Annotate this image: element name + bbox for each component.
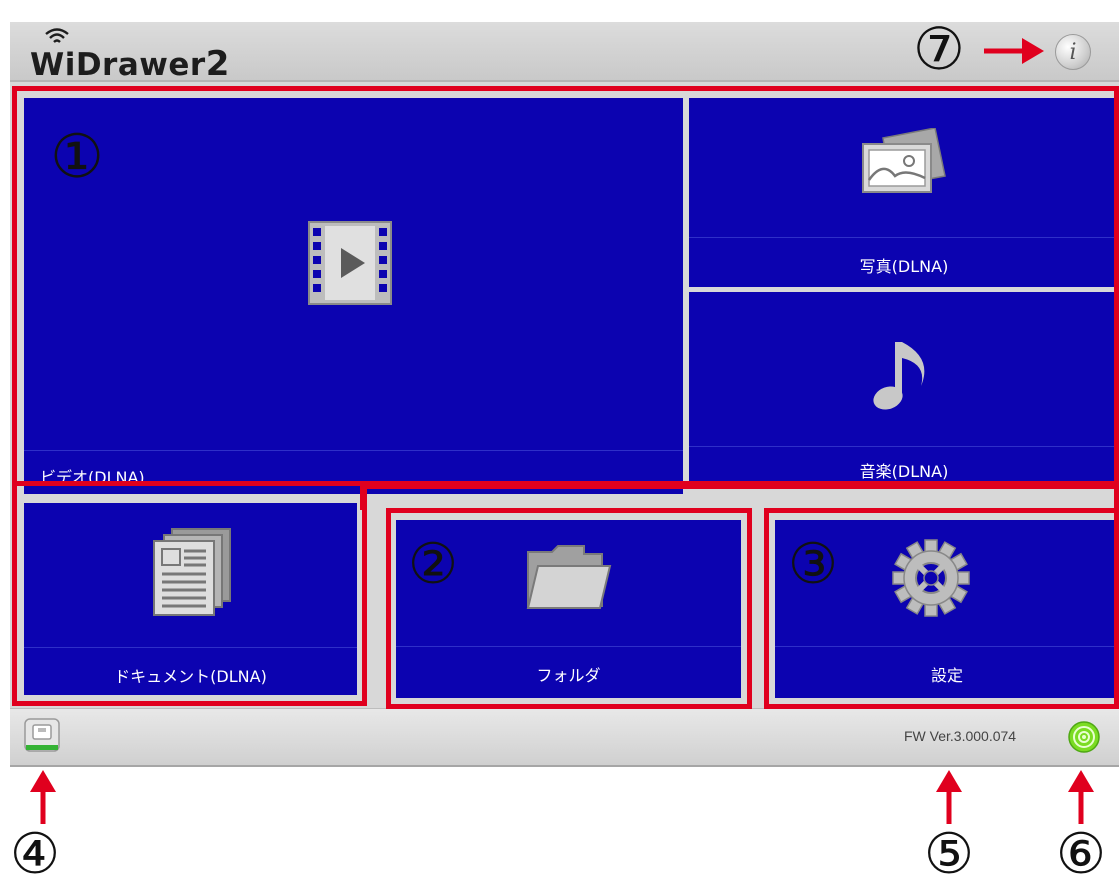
tile-video-label: ビデオ(DLNA)	[40, 468, 145, 487]
music-note-icon	[873, 342, 925, 410]
callout-arrow-7	[984, 38, 1044, 64]
callout-number-2: ②	[407, 532, 459, 597]
firmware-version: FW Ver.3.000.074	[904, 728, 1017, 744]
tile-folder-label: フォルダ	[536, 666, 601, 685]
tile-photo-label: 写真(DLNA)	[859, 257, 949, 276]
callout-number-5: ⑤	[923, 822, 975, 887]
photo-icon	[862, 128, 946, 193]
callout-number-4: ④	[9, 822, 61, 887]
tile-music[interactable]: 音楽(DLNA)	[689, 292, 1119, 484]
app-title-suffix: 2	[205, 44, 230, 84]
tile-document-label: ドキュメント(DLNA)	[114, 667, 267, 686]
film-play-icon	[308, 221, 392, 305]
tile-photo[interactable]: 写真(DLNA)	[689, 98, 1119, 287]
tile-music-label: 音楽(DLNA)	[859, 462, 949, 481]
wifi-logo-icon	[45, 28, 69, 43]
tile-video[interactable]: ビデオ(DLNA)	[24, 98, 683, 494]
info-icon: i	[1069, 39, 1077, 65]
folder-icon	[526, 545, 612, 609]
info-button[interactable]: i	[1055, 34, 1091, 70]
tile-document[interactable]: ドキュメント(DLNA)	[24, 503, 357, 695]
callout-arrow-4	[30, 770, 56, 824]
callout-number-3: ③	[787, 532, 839, 597]
callout-number-7: ⑦	[913, 15, 965, 83]
gear-icon	[892, 539, 970, 617]
app-title: WiDrawer	[30, 47, 206, 83]
document-stack-icon	[153, 528, 231, 616]
callout-number-6: ⑥	[1055, 822, 1107, 887]
callout-arrow-6	[1068, 770, 1094, 824]
wireless-signal-icon[interactable]	[1067, 720, 1101, 754]
storage-icon[interactable]	[24, 718, 60, 752]
app-logo: WiDrawer2	[30, 44, 230, 84]
callout-arrow-5	[936, 770, 962, 824]
callout-number-1: ①	[50, 122, 104, 192]
tile-settings-label: 設定	[930, 666, 963, 685]
